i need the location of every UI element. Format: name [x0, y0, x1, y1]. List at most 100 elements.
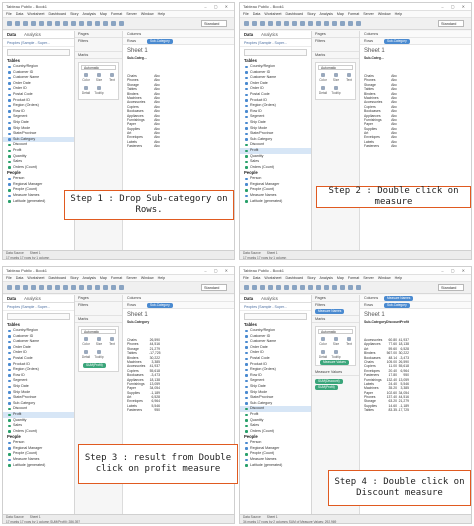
- detail-button[interactable]: Detail: [318, 85, 328, 95]
- new-sheet-icon[interactable]: [47, 21, 52, 26]
- field-item[interactable]: Latitude (generated): [240, 463, 311, 469]
- field-item[interactable]: Orders (Count): [240, 429, 311, 435]
- redo-icon[interactable]: [23, 21, 28, 26]
- menu-file[interactable]: File: [243, 276, 249, 280]
- fit-dropdown[interactable]: Standard: [438, 20, 464, 27]
- columns-shelf[interactable]: Columns: [123, 31, 234, 38]
- duplicate-icon[interactable]: [55, 285, 60, 290]
- filters-shelf[interactable]: Filters Measure Names: [312, 302, 359, 316]
- rows-shelf[interactable]: Rows Sub-Category: [360, 38, 471, 45]
- table-row[interactable]: Fasteners Abc: [364, 144, 397, 148]
- group-icon[interactable]: [103, 285, 108, 290]
- tooltip-button[interactable]: Tooltip: [94, 349, 104, 359]
- save-icon[interactable]: [31, 285, 36, 290]
- labels-icon[interactable]: [348, 21, 353, 26]
- text-button[interactable]: Text: [107, 336, 117, 346]
- redo-icon[interactable]: [260, 21, 265, 26]
- menu-help[interactable]: Help: [395, 12, 402, 16]
- window-controls[interactable]: – ▢ ✕: [441, 3, 468, 11]
- field-search-input[interactable]: [7, 49, 70, 56]
- pages-shelf[interactable]: Pages: [75, 31, 122, 38]
- sort-desc-icon[interactable]: [324, 285, 329, 290]
- columns-shelf[interactable]: Columns: [360, 31, 471, 38]
- rows-shelf[interactable]: Rows Sub-Category: [123, 38, 234, 45]
- menu-data[interactable]: Data: [253, 276, 261, 280]
- field-item[interactable]: Orders (Count): [3, 165, 74, 171]
- filters-shelf[interactable]: Filters: [75, 38, 122, 52]
- tab-data-source[interactable]: Data Source: [6, 251, 24, 255]
- color-button[interactable]: Color: [318, 72, 328, 82]
- field-item[interactable]: Latitude (generated): [3, 463, 74, 469]
- tab-data[interactable]: Data: [244, 296, 253, 301]
- menu-window[interactable]: Window: [378, 276, 391, 280]
- tab-sheet1[interactable]: Sheet 1: [267, 515, 278, 519]
- sort-desc-icon[interactable]: [87, 21, 92, 26]
- size-button[interactable]: Size: [331, 336, 341, 346]
- tab-data[interactable]: Data: [244, 32, 253, 37]
- fit-dropdown[interactable]: Standard: [438, 284, 464, 291]
- sub-category-pill[interactable]: Sub-Category: [147, 303, 173, 308]
- data-source-name[interactable]: Peoples (Sample - Super...: [240, 39, 311, 47]
- menu-data[interactable]: Data: [16, 276, 24, 280]
- menu-format[interactable]: Format: [348, 276, 359, 280]
- tooltip-button[interactable]: Tooltip: [331, 85, 341, 95]
- undo-icon[interactable]: [15, 21, 20, 26]
- filters-shelf[interactable]: Filters: [312, 38, 359, 52]
- tab-data-source[interactable]: Data Source: [243, 251, 261, 255]
- fix-axes-icon[interactable]: [356, 21, 361, 26]
- menu-window[interactable]: Window: [141, 276, 154, 280]
- measure-names-pill[interactable]: Measure Names: [384, 296, 414, 301]
- window-controls[interactable]: – ▢ ✕: [441, 267, 468, 275]
- duplicate-icon[interactable]: [292, 285, 297, 290]
- sort-desc-icon[interactable]: [324, 21, 329, 26]
- new-sheet-icon[interactable]: [284, 285, 289, 290]
- duplicate-icon[interactable]: [55, 21, 60, 26]
- mark-type-dropdown[interactable]: Automatic: [318, 65, 353, 70]
- menu-file[interactable]: File: [6, 276, 12, 280]
- menu-file[interactable]: File: [6, 12, 12, 16]
- sort-asc-icon[interactable]: [316, 285, 321, 290]
- menu-window[interactable]: Window: [378, 12, 391, 16]
- menu-window[interactable]: Window: [141, 12, 154, 16]
- undo-icon[interactable]: [252, 21, 257, 26]
- labels-icon[interactable]: [111, 21, 116, 26]
- group-icon[interactable]: [103, 21, 108, 26]
- tableau-logo-icon[interactable]: [7, 21, 12, 26]
- menu-help[interactable]: Help: [395, 276, 402, 280]
- table-row[interactable]: Tables 83.35-17,725: [364, 408, 409, 412]
- text-button[interactable]: Text: [344, 72, 354, 82]
- menu-analysis[interactable]: Analysis: [83, 276, 96, 280]
- tab-analytics[interactable]: Analytics: [261, 32, 278, 37]
- swap-icon[interactable]: [71, 285, 76, 290]
- new-sheet-icon[interactable]: [284, 21, 289, 26]
- measure-values-pill[interactable]: Measure Values: [320, 360, 349, 365]
- color-button[interactable]: Color: [318, 336, 328, 346]
- clear-icon[interactable]: [300, 21, 305, 26]
- size-button[interactable]: Size: [94, 336, 104, 346]
- menu-data[interactable]: Data: [253, 12, 261, 16]
- sort-asc-icon[interactable]: [316, 21, 321, 26]
- table-row[interactable]: Fasteners 950: [127, 408, 160, 412]
- tab-data[interactable]: Data: [7, 32, 16, 37]
- redo-icon[interactable]: [260, 285, 265, 290]
- new-datasource-icon[interactable]: [276, 285, 281, 290]
- menu-analysis[interactable]: Analysis: [83, 12, 96, 16]
- new-datasource-icon[interactable]: [39, 285, 44, 290]
- undo-icon[interactable]: [252, 285, 257, 290]
- tableau-logo-icon[interactable]: [244, 21, 249, 26]
- text-button[interactable]: Text: [107, 72, 117, 82]
- field-search-input[interactable]: [244, 49, 307, 56]
- tooltip-button[interactable]: Tooltip: [331, 349, 341, 359]
- menu-data[interactable]: Data: [16, 12, 24, 16]
- tableau-logo-icon[interactable]: [7, 285, 12, 290]
- menu-story[interactable]: Story: [307, 276, 315, 280]
- menu-dashboard[interactable]: Dashboard: [49, 12, 67, 16]
- field-item[interactable]: Orders (Count): [3, 429, 74, 435]
- menu-worksheet[interactable]: Worksheet: [264, 276, 281, 280]
- fix-axes-icon[interactable]: [356, 285, 361, 290]
- menu-worksheet[interactable]: Worksheet: [264, 12, 281, 16]
- measure-names-filter-pill[interactable]: Measure Names: [315, 309, 345, 314]
- menu-server[interactable]: Server: [363, 276, 374, 280]
- table-row[interactable]: Fasteners Abc: [127, 144, 160, 148]
- group-icon[interactable]: [340, 21, 345, 26]
